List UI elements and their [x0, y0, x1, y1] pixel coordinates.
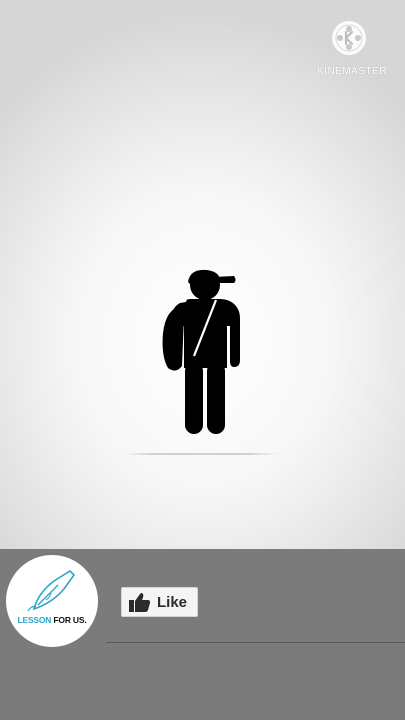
person-with-cap-and-bag-icon	[162, 269, 240, 434]
divider-line	[106, 642, 405, 643]
fountain-pen-logo-icon	[27, 569, 76, 612]
kinemaster-logo-icon	[332, 21, 366, 55]
thumbs-up-icon	[129, 592, 151, 612]
brand-name: LESSON FOR US.	[10, 615, 94, 625]
lesson-for-us-logo: LESSON FOR US.	[6, 555, 98, 647]
like-button[interactable]: Like	[121, 587, 198, 617]
video-frame: KINEMASTER	[0, 0, 405, 549]
ground-line	[124, 453, 279, 455]
brand-name-part2: FOR US.	[53, 615, 87, 625]
brand-name-part1: LESSON	[17, 615, 52, 625]
like-label: Like	[157, 593, 188, 611]
kinemaster-watermark-text: KINEMASTER	[317, 66, 388, 77]
kinemaster-watermark: KINEMASTER	[317, 20, 388, 77]
